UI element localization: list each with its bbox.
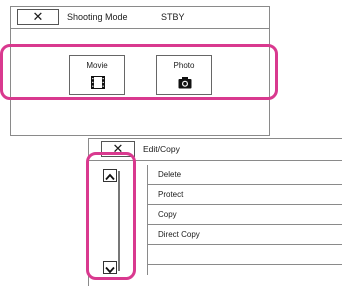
close-button[interactable]: ✕	[17, 9, 59, 25]
menu-item-empty	[148, 245, 342, 265]
screen-title: Shooting Mode	[67, 12, 128, 22]
shooting-mode-header: ✕ Shooting Mode STBY	[11, 7, 269, 29]
menu-item-empty	[148, 265, 342, 285]
menu-item-label: Direct Copy	[158, 230, 200, 239]
menu-list: Delete Protect Copy Direct Copy	[147, 165, 342, 275]
scroll-bar-highlight	[86, 152, 136, 280]
menu-item-copy[interactable]: Copy	[148, 205, 342, 225]
menu-item-direct-copy[interactable]: Direct Copy	[148, 225, 342, 245]
menu-item-label: Protect	[158, 190, 184, 199]
mode-buttons-highlight	[0, 44, 278, 100]
menu-item-protect[interactable]: Protect	[148, 185, 342, 205]
close-icon: ✕	[32, 9, 44, 24]
menu-item-delete[interactable]: Delete	[148, 165, 342, 185]
menu-item-label: Delete	[158, 170, 182, 179]
menu-item-label: Copy	[158, 210, 177, 219]
status-indicator: STBY	[161, 12, 185, 22]
screen-title: Edit/Copy	[143, 144, 180, 154]
